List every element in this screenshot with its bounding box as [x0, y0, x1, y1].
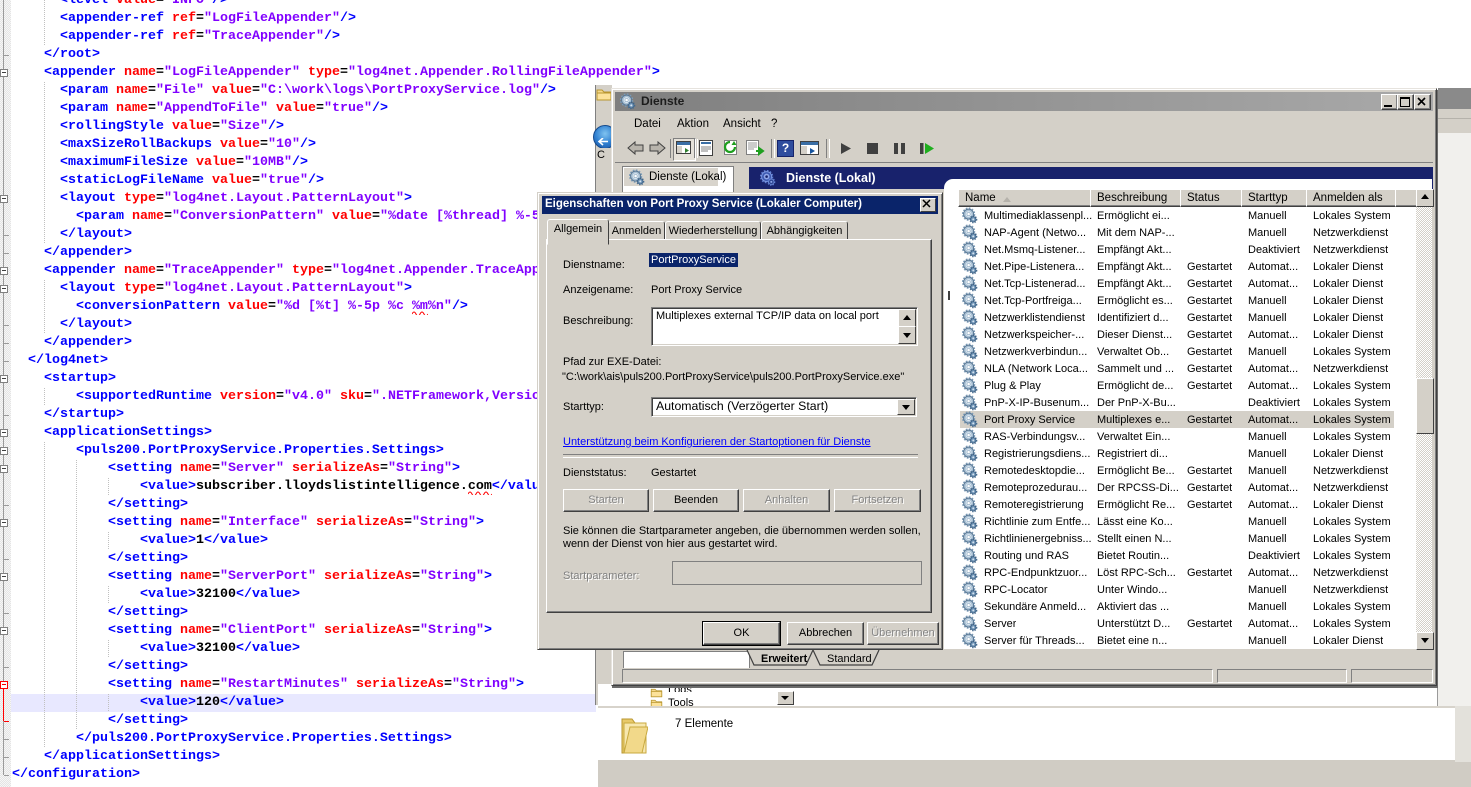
svg-text:Standard: Standard [827, 653, 872, 665]
svg-text:Erweitert: Erweitert [761, 653, 808, 665]
